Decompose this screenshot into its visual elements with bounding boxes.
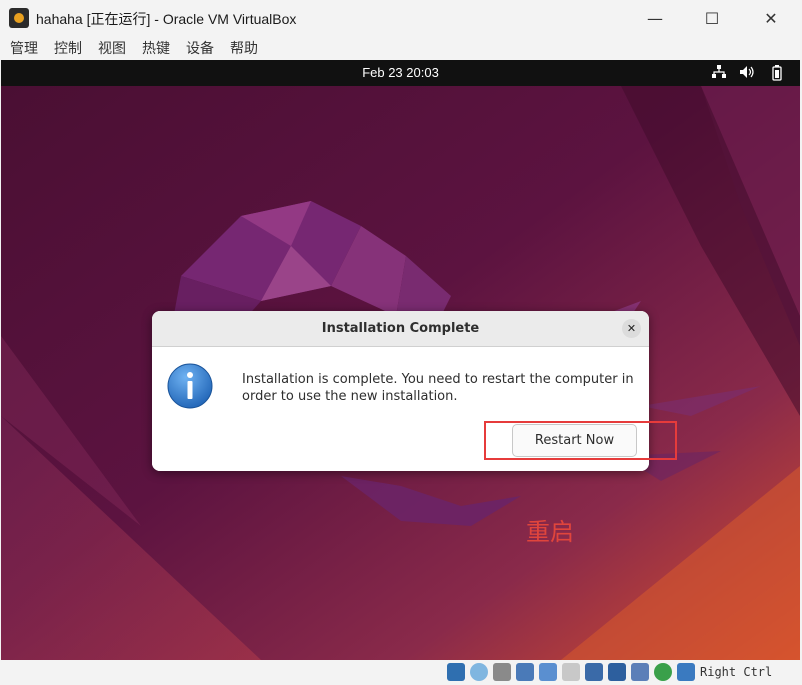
vm-display[interactable]: Feb 23 20:03 Installation Complete ✕ Ins…	[1, 60, 800, 660]
maximize-button[interactable]: ☐	[700, 6, 724, 30]
menu-item-devices[interactable]: 设备	[186, 36, 214, 60]
virtualbox-app-icon	[9, 8, 29, 28]
hard-disk-icon[interactable]	[447, 663, 465, 681]
dialog-title: Installation Complete	[321, 321, 480, 336]
mouse-integration-icon[interactable]	[654, 663, 672, 681]
minimize-button[interactable]: —	[643, 6, 667, 30]
audio-icon[interactable]	[493, 663, 511, 681]
window-title: hahaha [正在运行] - Oracle VM VirtualBox	[36, 11, 297, 27]
menu-item-control[interactable]: 控制	[54, 36, 82, 60]
network-icon[interactable]	[712, 65, 726, 79]
display-icon[interactable]	[585, 663, 603, 681]
network-adapter-icon[interactable]	[516, 663, 534, 681]
menu-item-view[interactable]: 视图	[98, 36, 126, 60]
restart-highlight-box	[484, 421, 677, 460]
battery-icon[interactable]	[770, 65, 784, 81]
dialog-header[interactable]: Installation Complete ✕	[152, 311, 649, 347]
window-titlebar[interactable]: hahaha [正在运行] - Oracle VM VirtualBox — ☐…	[0, 0, 802, 36]
host-key-label: Right Ctrl	[700, 665, 773, 679]
dialog-message: Installation is complete. You need to re…	[242, 372, 634, 404]
info-icon	[167, 363, 213, 409]
keyboard-capture-icon[interactable]	[677, 663, 695, 681]
menu-item-hotkeys[interactable]: 热键	[142, 36, 170, 60]
usb-icon[interactable]	[539, 663, 557, 681]
shared-folder-icon[interactable]	[562, 663, 580, 681]
close-window-button[interactable]: ✕	[759, 6, 783, 30]
vbox-statusbar: Right Ctrl	[0, 660, 802, 685]
recording-icon[interactable]	[608, 663, 626, 681]
guest-clock[interactable]: Feb 23 20:03	[1, 65, 800, 80]
menu-item-manage[interactable]: 管理	[10, 36, 38, 60]
menubar: 管理 控制 视图 热键 设备 帮助	[0, 36, 802, 60]
virtualization-icon[interactable]	[631, 663, 649, 681]
annotation-label: 重启	[526, 518, 574, 546]
guest-topbar: Feb 23 20:03	[1, 60, 800, 86]
optical-drive-icon[interactable]	[470, 663, 488, 681]
volume-icon[interactable]	[739, 65, 755, 79]
dialog-close-button[interactable]: ✕	[622, 319, 641, 338]
menu-item-help[interactable]: 帮助	[230, 36, 258, 60]
